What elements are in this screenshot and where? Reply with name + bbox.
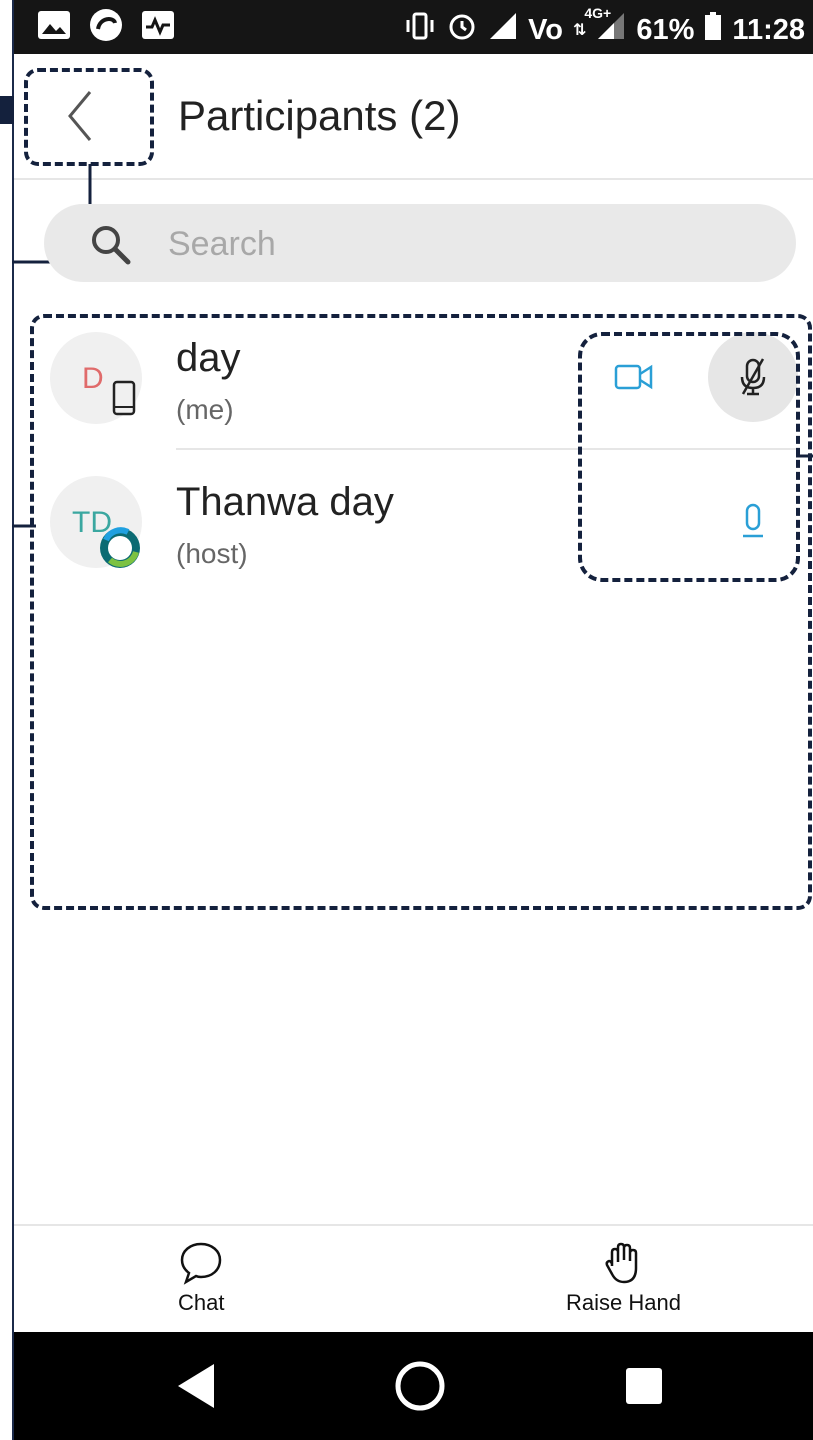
data-arrows-icon: ⇅ [572,22,587,39]
nav-back-icon[interactable] [176,1362,216,1415]
nav-recents-icon[interactable] [626,1368,662,1409]
vibrate-icon [404,11,436,49]
chat-icon [180,1242,222,1285]
raise-hand-button[interactable]: Raise Hand [566,1240,681,1316]
activity-icon [140,8,176,42]
alarm-icon [446,10,478,50]
signal-icon [488,11,518,49]
annotation-connector-list [12,524,36,528]
bottom-bar: Chat Raise Hand [14,1224,813,1334]
volte-icon: Vo [528,13,563,46]
raise-hand-icon [605,1242,638,1284]
search-icon [88,222,132,266]
nav-home-icon[interactable] [394,1360,446,1417]
page-title: Participants (2) [178,92,461,139]
annotation-connector-controls [796,454,813,458]
raise-hand-label: Raise Hand [566,1290,681,1315]
chat-button[interactable]: Chat [178,1240,224,1316]
nav-bar [14,1332,813,1440]
chat-label: Chat [178,1290,225,1315]
search-bar[interactable] [44,204,796,282]
annotation-box-controls [578,332,800,582]
clock: 11:28 [732,13,805,46]
battery-icon [704,11,722,49]
annotation-box-back [24,68,154,166]
search-input[interactable] [166,212,770,276]
signal-4g-icon: 4G+ [584,5,626,49]
image-icon [36,8,72,42]
battery-percent: 61% [636,13,695,46]
sync-icon [88,8,124,42]
status-bar: Vo ⇅ 4G+ 61% 11:28 [14,0,813,54]
